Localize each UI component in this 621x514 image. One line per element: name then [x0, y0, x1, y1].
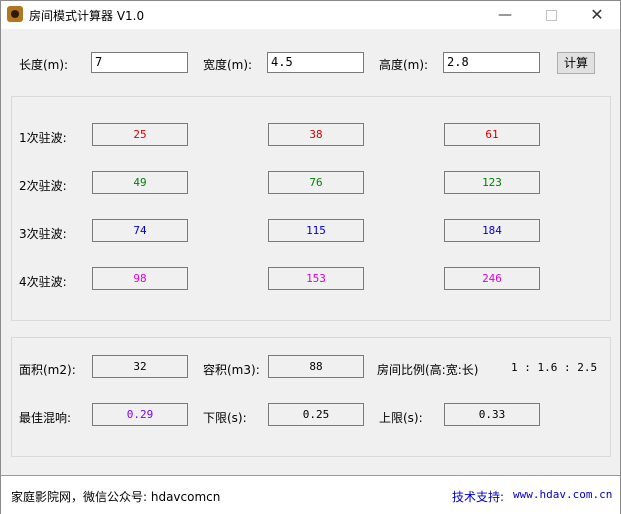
- wave-1-width-value: 38: [268, 123, 364, 146]
- wave-3-width-value: 115: [268, 219, 364, 242]
- wave-2-length-value: 49: [92, 171, 188, 194]
- upper-limit-label: 上限(s):: [379, 411, 423, 425]
- wave-4-width-value: 153: [268, 267, 364, 290]
- volume-label: 容积(m3):: [203, 363, 260, 377]
- maximize-icon: [545, 9, 557, 21]
- wave-1-height-value: 61: [444, 123, 540, 146]
- wave-3-height-value: 184: [444, 219, 540, 242]
- wave-2-label: 2次驻波:: [19, 179, 67, 193]
- wave-4-length-value: 98: [92, 267, 188, 290]
- length-input[interactable]: 7: [91, 52, 188, 73]
- length-label: 长度(m):: [19, 58, 69, 72]
- height-input[interactable]: 2.8: [443, 52, 540, 73]
- lower-limit-label: 下限(s):: [203, 411, 247, 425]
- wave-1-length-value: 25: [92, 123, 188, 146]
- minimize-button[interactable]: —: [482, 1, 528, 29]
- window-title: 房间模式计算器 V1.0: [29, 9, 145, 23]
- close-button[interactable]: ✕: [574, 1, 620, 29]
- wave-3-label: 3次驻波:: [19, 227, 67, 241]
- volume-value: 88: [268, 355, 364, 378]
- wave-2-width-value: 76: [268, 171, 364, 194]
- reverb-label: 最佳混响:: [19, 411, 72, 425]
- support-label: 技术支持:: [452, 490, 505, 504]
- wave-2-height-value: 123: [444, 171, 540, 194]
- area-value: 32: [92, 355, 188, 378]
- wave-3-length-value: 74: [92, 219, 188, 242]
- title-bar[interactable]: 房间模式计算器 V1.0 — ✕: [1, 1, 620, 29]
- width-input[interactable]: 4.5: [267, 52, 364, 73]
- app-icon: [7, 6, 23, 22]
- height-label: 高度(m):: [379, 58, 429, 72]
- wave-4-label: 4次驻波:: [19, 275, 67, 289]
- status-bar: 家庭影院网，微信公众号: hdavcomcn 技术支持: www.hdav.co…: [1, 475, 620, 514]
- lower-limit-value: 0.25: [268, 403, 364, 426]
- support-link[interactable]: www.hdav.com.cn: [513, 488, 612, 501]
- upper-limit-value: 0.33: [444, 403, 540, 426]
- area-label: 面积(m2):: [19, 363, 76, 377]
- ratio-value: 1 : 1.6 : 2.5: [511, 361, 598, 374]
- site-info-text: 家庭影院网，微信公众号: hdavcomcn: [11, 490, 221, 504]
- calculate-button[interactable]: 计算: [557, 52, 595, 74]
- ratio-label: 房间比例(高:宽:长): [377, 363, 479, 377]
- app-window: 房间模式计算器 V1.0 — ✕ 长度(m): 7 宽度(m): 4.5 高度(…: [0, 0, 621, 514]
- width-label: 宽度(m):: [203, 58, 253, 72]
- wave-1-label: 1次驻波:: [19, 131, 67, 145]
- wave-4-height-value: 246: [444, 267, 540, 290]
- reverb-value: 0.29: [92, 403, 188, 426]
- maximize-button[interactable]: [528, 1, 574, 29]
